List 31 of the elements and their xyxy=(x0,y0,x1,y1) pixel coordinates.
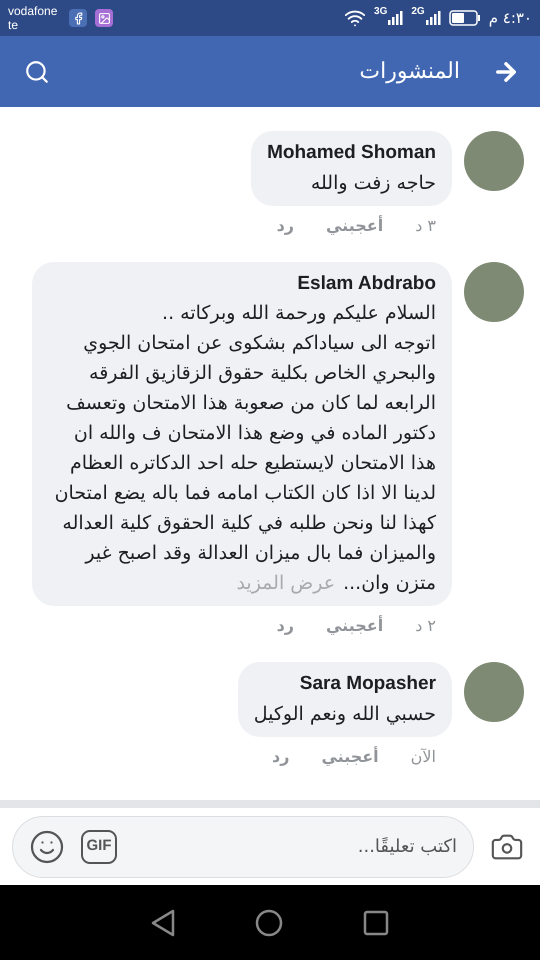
like-link[interactable]: أعجبني xyxy=(321,744,379,768)
comment-text: حسبي الله ونعم الوكيل xyxy=(254,702,436,727)
comment-text: حاجه زفت والله xyxy=(310,170,436,196)
gif-button[interactable]: GIF xyxy=(81,830,117,864)
like-link[interactable]: أعجبني xyxy=(326,614,384,638)
see-more-link[interactable]: عرض المزيد xyxy=(236,572,336,594)
comment-author[interactable]: Sara Mopasher xyxy=(254,670,436,698)
comment-time: ٣ د xyxy=(415,214,436,236)
clock-time: ٤:٣٠ م xyxy=(488,8,532,29)
emoji-button[interactable] xyxy=(29,828,65,864)
reply-link[interactable]: رد xyxy=(272,744,290,768)
signal-icon xyxy=(387,11,404,25)
facebook-icon xyxy=(69,9,88,27)
network-label: 3G xyxy=(374,5,388,19)
carrier-label: vodafone te xyxy=(8,4,58,32)
network-label: 2G xyxy=(411,5,425,19)
header-title: المنشورات xyxy=(359,58,460,86)
battery-icon xyxy=(448,10,481,26)
comment-author[interactable]: Mohamed Shoman xyxy=(267,139,436,168)
comment-author[interactable]: Eslam Abdrabo xyxy=(48,270,436,298)
home-icon[interactable] xyxy=(255,908,283,936)
recent-apps-icon[interactable] xyxy=(363,910,389,936)
comment-time: الآن xyxy=(410,746,436,768)
gallery-icon xyxy=(95,9,114,27)
comment-text: السلام عليكم ورحمة الله وبركاته .. اتوجه الى سياداكم بشكوى عن امتحان الجوي والبحري الخاص بكلية حقوق الزقازيق الفرقه الرابعه لما كان من صعوبة هذا الامتحان وتعسف دكتور الماده في وضع هذا الامتحان ف والله ان هذا الامتحان لايستطيع حله احد الدكاتره العظام لدينا الا اذا كان الكتاب امامه فما باله يضع امتحان كهذا لنا ونحن طلبه في كلية الحقوق كلية العداله والميزان فما بال ميزان العدالة وقد اصبح غير متزن وان... عرض المزيد xyxy=(54,301,436,596)
comment-time: ٢ د xyxy=(415,615,436,637)
reply-link[interactable]: رد xyxy=(276,614,294,638)
back-icon[interactable] xyxy=(151,908,175,936)
like-link[interactable]: أعجبني xyxy=(326,214,384,238)
reply-link[interactable]: رد xyxy=(276,214,294,238)
signal-icon xyxy=(424,11,441,25)
